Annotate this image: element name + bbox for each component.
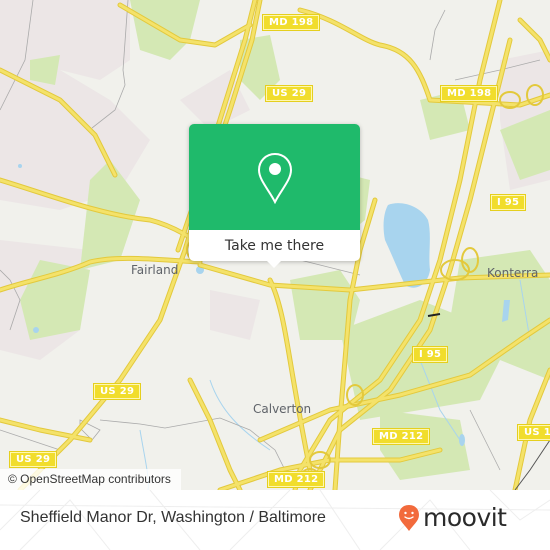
route-shield-md-198: MD 198 <box>441 86 498 101</box>
route-shield-us-1: US 1 <box>518 425 550 440</box>
map-attribution[interactable]: © OpenStreetMap contributors <box>0 469 181 490</box>
popup-pointer <box>266 260 282 268</box>
map-pin-icon <box>257 152 293 204</box>
moovit-logo[interactable]: moovit <box>398 503 507 533</box>
route-shield-us-29: US 29 <box>94 384 141 399</box>
moovit-smiley-pin-icon <box>399 505 419 531</box>
route-shield-us-29: US 29 <box>266 86 313 101</box>
map[interactable]: MD 198 US 29 MD 198 I 95 I 95 US 29 US 2… <box>0 0 550 490</box>
location-title: Sheffield Manor Dr, Washington / Baltimo… <box>20 509 326 526</box>
footer-bar: Sheffield Manor Dr, Washington / Baltimo… <box>0 490 550 550</box>
route-shield-md-212: MD 212 <box>268 472 325 487</box>
popup-header[interactable] <box>189 124 360 230</box>
location-popup[interactable]: Take me there <box>189 124 360 268</box>
place-label-calverton: Calverton <box>253 402 312 416</box>
take-me-there-button[interactable]: Take me there <box>189 230 360 261</box>
place-label-fairland: Fairland <box>131 263 179 277</box>
moovit-wordmark: moovit <box>423 503 507 532</box>
place-label-konterra: Konterra <box>487 266 539 280</box>
route-shield-md-198: MD 198 <box>263 15 320 30</box>
route-shield-md-212: MD 212 <box>373 429 430 444</box>
route-shield-us-29: US 29 <box>10 452 57 467</box>
route-shield-i-95: I 95 <box>413 347 448 362</box>
route-shield-i-95: I 95 <box>491 195 526 210</box>
